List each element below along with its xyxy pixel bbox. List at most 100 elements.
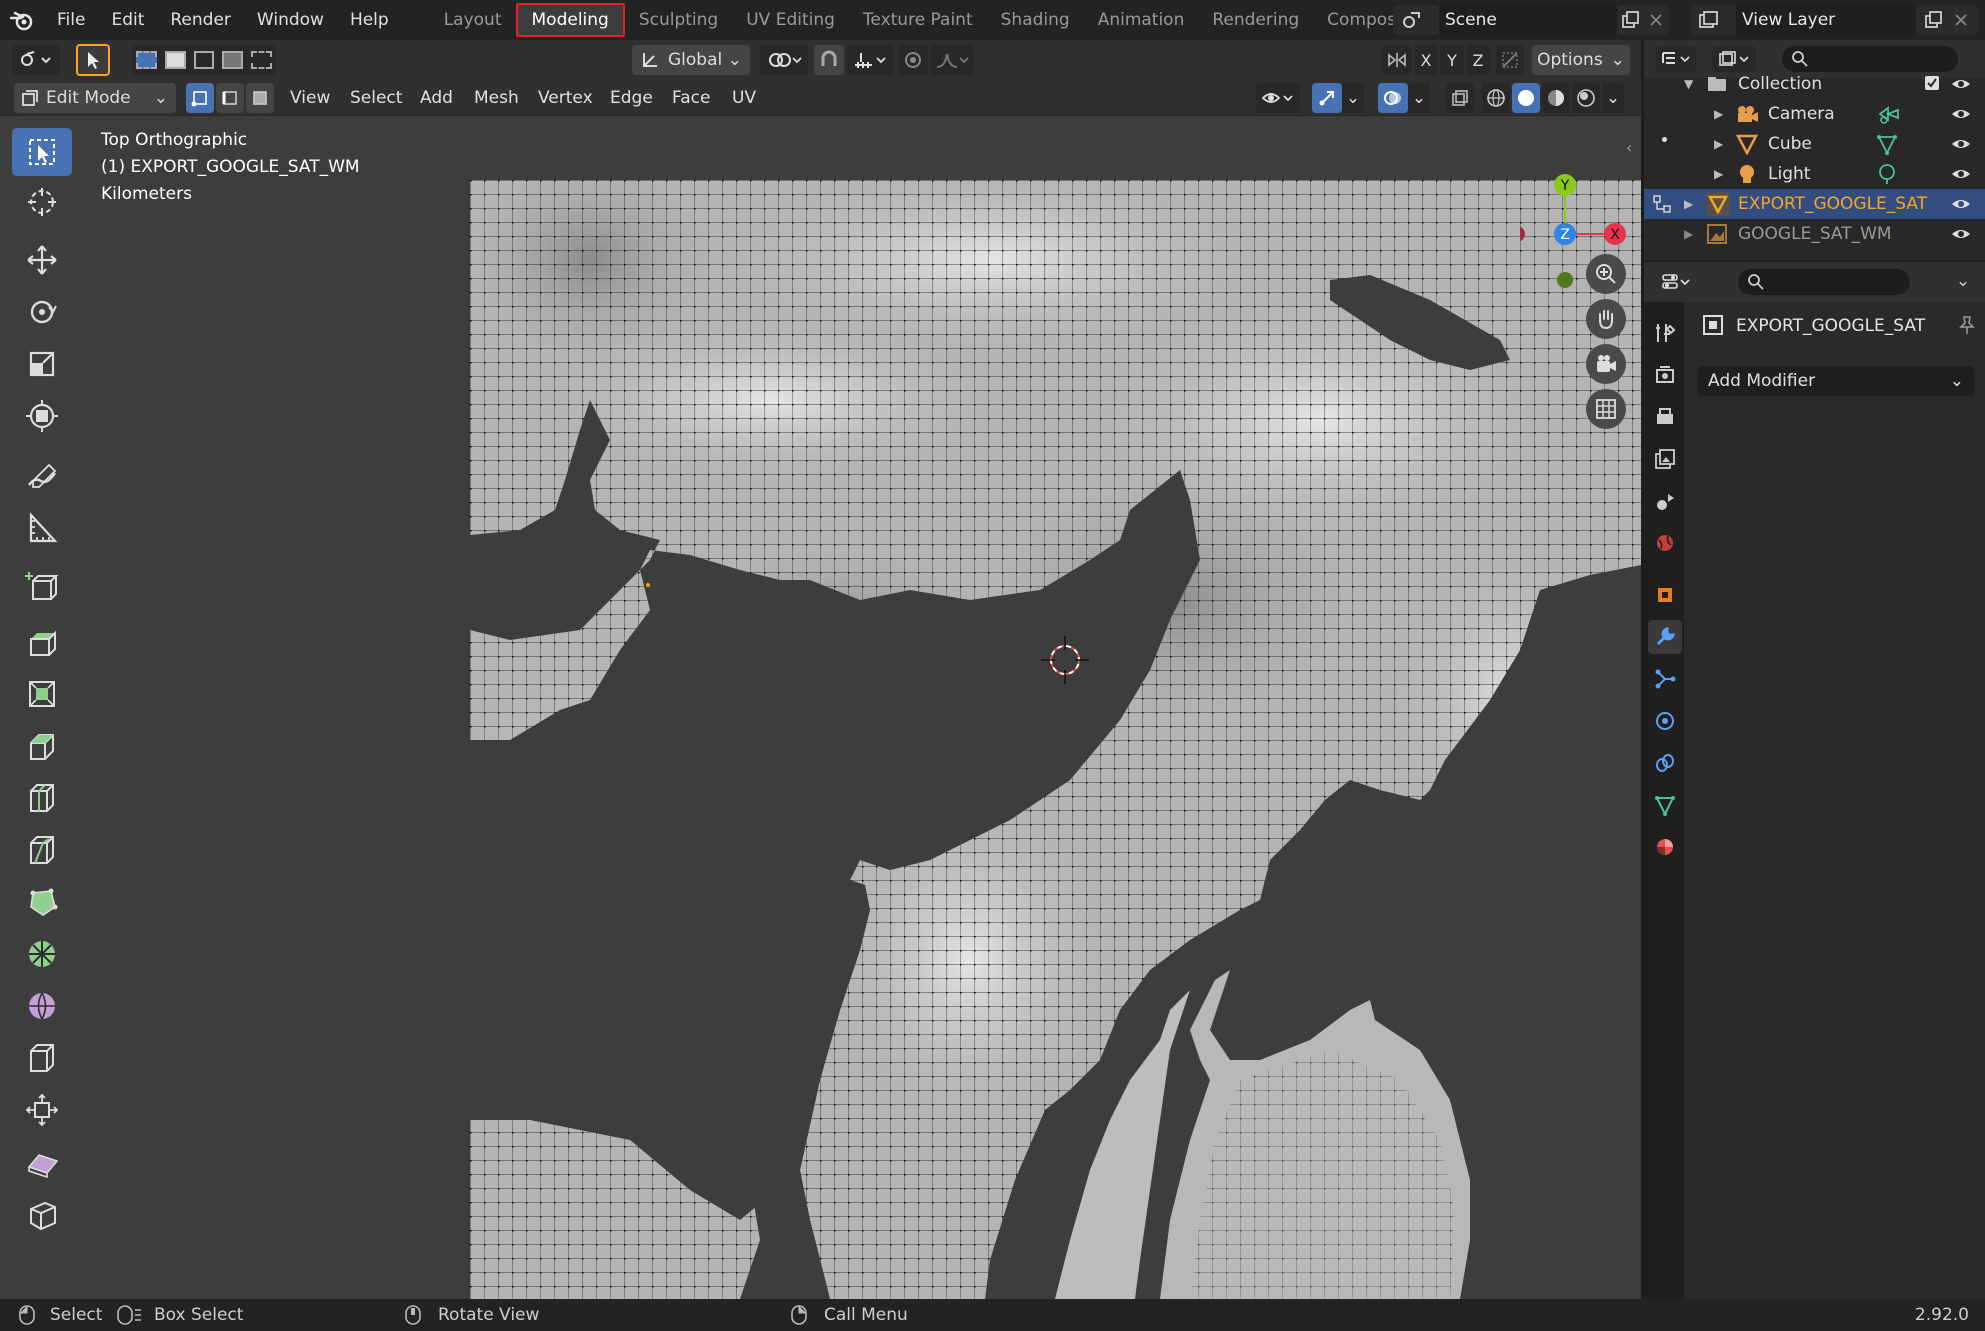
knife-tool-icon[interactable] <box>12 826 72 874</box>
new-scene-icon[interactable] <box>1617 7 1643 33</box>
world-properties-tab-icon[interactable] <box>1648 526 1682 560</box>
pin-icon[interactable] <box>1956 314 1978 336</box>
tab-modeling[interactable]: Modeling <box>515 3 625 37</box>
select-tool-icon[interactable] <box>76 44 110 76</box>
output-properties-tab-icon[interactable] <box>1648 400 1682 434</box>
smooth-tool-icon[interactable] <box>12 982 72 1030</box>
tab-uv-editing[interactable]: UV Editing <box>732 3 849 37</box>
snap-target-dropdown[interactable] <box>846 45 894 75</box>
xray-toggle-icon[interactable] <box>1446 83 1474 113</box>
properties-editor-type-icon[interactable] <box>1656 269 1696 295</box>
view-layer-properties-tab-icon[interactable] <box>1648 442 1682 476</box>
properties-options-chevron-icon[interactable]: ⌄ <box>1950 269 1976 295</box>
scale-tool-icon[interactable] <box>12 340 72 388</box>
select-extend-icon[interactable] <box>164 51 186 69</box>
mirror-x-toggle[interactable]: X <box>1414 45 1438 75</box>
tab-texture-paint[interactable]: Texture Paint <box>849 3 987 37</box>
transform-orientation-dropdown[interactable]: Global ⌄ <box>632 45 750 75</box>
outliner-collection-row[interactable]: ▼ Collection <box>1644 69 1985 99</box>
visibility-dropdown[interactable] <box>1256 83 1300 113</box>
3d-viewport[interactable]: Global ⌄ X Y Z Options ⌄ Edit Mode ⌄ Vie… <box>0 40 1641 1299</box>
gizmo-toggle-icon[interactable] <box>1312 83 1342 113</box>
menu-vertex[interactable]: Vertex <box>530 80 601 116</box>
modifier-properties-tab-icon[interactable] <box>1648 620 1682 654</box>
select-intersect-icon[interactable] <box>251 51 272 69</box>
render-properties-tab-icon[interactable] <box>1648 358 1682 392</box>
pivot-point-dropdown[interactable] <box>760 45 808 75</box>
menu-edit[interactable]: Edit <box>98 0 157 40</box>
shading-dropdown-chevron-icon[interactable]: ⌄ <box>1602 83 1624 113</box>
constraints-tab-icon[interactable] <box>1648 746 1682 780</box>
select-box-tool-icon[interactable] <box>12 128 72 176</box>
sidebar-toggle-icon[interactable]: ‹ <box>1626 138 1640 162</box>
shrink-fatten-tool-icon[interactable] <box>12 1086 72 1134</box>
view-layer-icon[interactable] <box>1696 7 1722 33</box>
move-tool-icon[interactable] <box>12 236 72 284</box>
menu-file[interactable]: File <box>44 0 98 40</box>
mirror-butterfly-icon[interactable] <box>1382 45 1412 75</box>
proportional-editing-icon[interactable] <box>898 45 928 75</box>
material-shading-icon[interactable] <box>1542 83 1570 113</box>
blender-logo-icon[interactable] <box>0 0 44 40</box>
cursor-tool-icon[interactable] <box>12 178 72 226</box>
checkbox-checked-icon[interactable] <box>1923 74 1943 94</box>
menu-face[interactable]: Face <box>664 80 718 116</box>
eye-icon[interactable] <box>1950 196 1972 212</box>
menu-edge[interactable]: Edge <box>602 80 661 116</box>
expand-right-icon[interactable]: ▶ <box>1684 197 1693 211</box>
select-invert-icon[interactable] <box>222 51 244 69</box>
outliner-item-cube[interactable]: ▶ Cube <box>1644 129 1985 159</box>
pan-hand-icon[interactable] <box>1586 299 1626 339</box>
material-tab-icon[interactable] <box>1648 830 1682 864</box>
gizmo-dropdown-chevron-icon[interactable]: ⌄ <box>1342 83 1364 113</box>
vertex-select-mode-icon[interactable] <box>186 83 214 113</box>
new-view-layer-icon[interactable] <box>1920 7 1946 33</box>
overlays-dropdown-chevron-icon[interactable]: ⌄ <box>1408 83 1430 113</box>
overlays-toggle-icon[interactable] <box>1378 83 1408 113</box>
transform-tool-icon[interactable] <box>12 392 72 440</box>
proportional-falloff-icon[interactable] <box>930 45 974 75</box>
menu-window[interactable]: Window <box>244 0 337 40</box>
expand-down-icon[interactable]: ▼ <box>1684 77 1693 91</box>
properties-search-field[interactable] <box>1738 269 1910 295</box>
mode-dropdown[interactable]: Edit Mode ⌄ <box>14 83 176 113</box>
expand-right-icon[interactable]: ▶ <box>1714 167 1723 181</box>
menu-select[interactable]: Select <box>342 80 410 116</box>
add-modifier-dropdown[interactable]: Add Modifier ⌄ <box>1698 366 1974 396</box>
bevel-tool-icon[interactable] <box>12 722 72 770</box>
wireframe-shading-icon[interactable] <box>1482 83 1510 113</box>
edge-select-mode-icon[interactable] <box>216 83 244 113</box>
outliner-item-google-sat-wm[interactable]: ▶ GOOGLE_SAT_WM <box>1644 219 1985 249</box>
tool-properties-tab-icon[interactable] <box>1648 316 1682 350</box>
options-dropdown[interactable]: Options ⌄ <box>1532 45 1630 75</box>
rip-region-tool-icon[interactable] <box>12 1190 72 1238</box>
ortho-grid-icon[interactable] <box>1586 389 1626 429</box>
menu-mesh[interactable]: Mesh <box>466 80 527 116</box>
tab-layout[interactable]: Layout <box>430 3 516 37</box>
tab-shading[interactable]: Shading <box>987 3 1084 37</box>
expand-right-icon[interactable]: ▶ <box>1684 227 1693 241</box>
editor-type-button[interactable] <box>12 45 60 75</box>
auto-merge-icon[interactable] <box>1496 45 1524 75</box>
mirror-z-toggle[interactable]: Z <box>1466 45 1490 75</box>
annotate-tool-icon[interactable] <box>12 452 72 500</box>
eye-icon[interactable] <box>1950 226 1972 242</box>
scene-selector[interactable]: Scene <box>1393 5 1669 35</box>
outliner-item-camera[interactable]: ▶ Camera <box>1644 99 1985 129</box>
scene-icon[interactable] <box>1399 7 1425 33</box>
eye-icon[interactable] <box>1950 136 1972 152</box>
menu-uv[interactable]: UV <box>724 80 764 116</box>
extrude-region-tool-icon[interactable] <box>12 618 72 666</box>
zoom-icon[interactable] <box>1586 254 1626 294</box>
object-data-tab-icon[interactable] <box>1648 788 1682 822</box>
expand-right-icon[interactable]: ▶ <box>1714 107 1723 121</box>
terrain-mesh[interactable] <box>470 180 1641 1299</box>
scene-name-field[interactable]: Scene <box>1439 5 1617 35</box>
menu-help[interactable]: Help <box>337 0 402 40</box>
camera-view-icon[interactable] <box>1586 344 1626 384</box>
object-properties-tab-icon[interactable] <box>1648 578 1682 612</box>
menu-view[interactable]: View <box>282 80 338 116</box>
tab-animation[interactable]: Animation <box>1084 3 1199 37</box>
menu-add[interactable]: Add <box>412 80 461 116</box>
eye-icon[interactable] <box>1950 76 1972 92</box>
